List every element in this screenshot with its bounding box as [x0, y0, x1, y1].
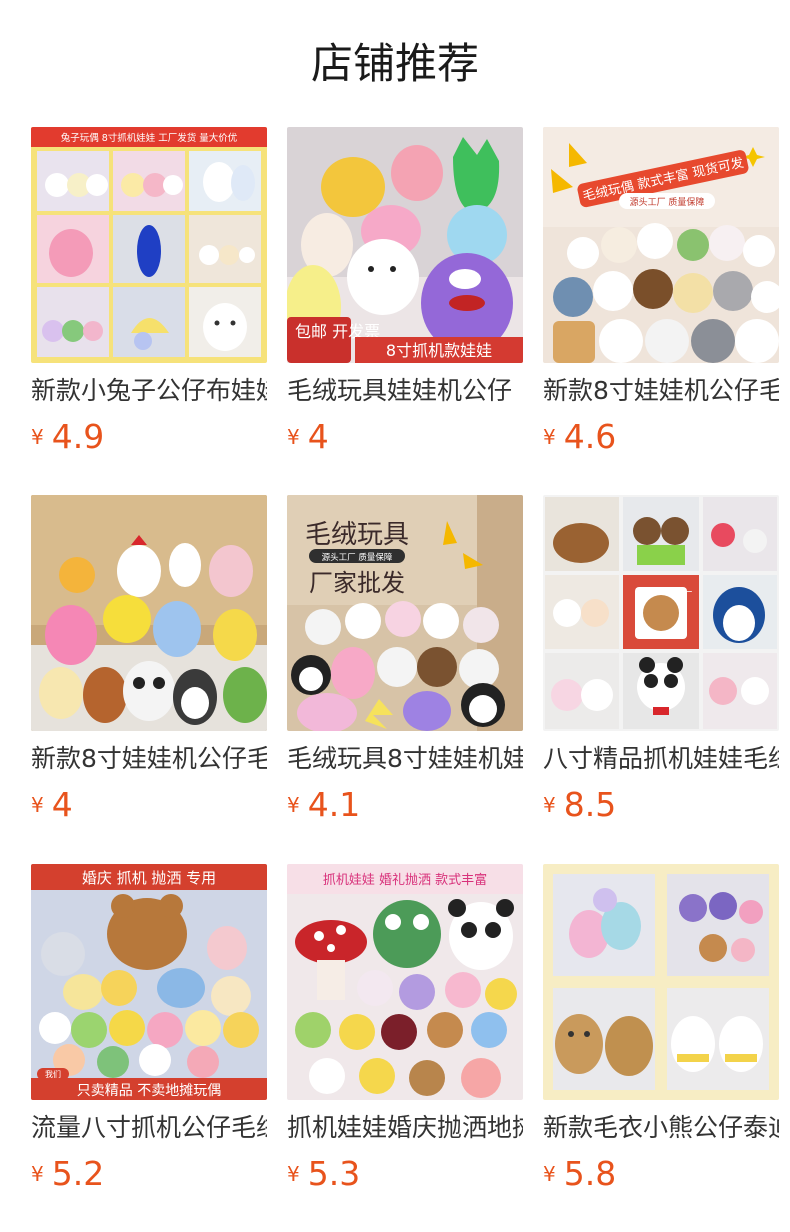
- currency-symbol: ¥: [31, 792, 44, 817]
- product-image[interactable]: 婚庆 抓机 抛洒 专用 我们 只卖精品 不卖地摊玩偶: [31, 864, 267, 1100]
- product-price: ¥4.6: [543, 417, 616, 457]
- image-banner-text: 毛绒玩具: [305, 520, 409, 550]
- product-image[interactable]: 毛绒玩具 源头工厂 质量保障 厂家批发: [287, 495, 523, 731]
- price-value: 5.8: [563, 1154, 617, 1193]
- image-banner-text: 婚庆 抓机 抛洒 专用: [82, 869, 216, 887]
- product-name[interactable]: 毛绒玩具娃娃机公仔: [287, 374, 523, 408]
- price-value: 5.2: [51, 1154, 105, 1193]
- product-name[interactable]: 流量八寸抓机公仔毛绒: [31, 1111, 267, 1145]
- price-value: 4.9: [51, 417, 105, 456]
- product-price: ¥4: [287, 417, 329, 457]
- product-name[interactable]: 新款小兔子公仔布娃娃: [31, 374, 267, 408]
- product-name[interactable]: 新款8寸娃娃机公仔毛绒: [543, 374, 779, 408]
- price-value: 4: [51, 785, 73, 824]
- image-banner-text: 抓机娃娃 婚礼抛洒 款式丰富: [323, 872, 487, 888]
- currency-symbol: ¥: [287, 792, 300, 817]
- product-image[interactable]: 毛绒玩偶 款式丰富 现货可发 源头工厂 质量保障: [543, 127, 779, 363]
- product-image-art: 毛绒玩具 源头工厂 质量保障 厂家批发: [287, 495, 523, 731]
- product-image-art: 兔子玩偶 8寸抓机娃娃 工厂发货 量大价优: [31, 127, 267, 363]
- product-image[interactable]: 自 有 工 厂: [543, 495, 779, 731]
- image-badge-text: 我们: [45, 1069, 61, 1079]
- price-value: 5.3: [307, 1154, 361, 1193]
- image-badge-text: 厂家批发: [309, 569, 405, 597]
- product-price: ¥4.9: [31, 417, 104, 457]
- price-value: 4: [307, 417, 329, 456]
- image-banner-text: 兔子玩偶 8寸抓机娃娃 工厂发货 量大价优: [61, 132, 238, 144]
- currency-symbol: ¥: [543, 792, 556, 817]
- product-price: ¥8.5: [543, 785, 616, 825]
- currency-symbol: ¥: [31, 1161, 44, 1186]
- product-image-art: 包邮 开发票 8寸抓机款娃娃: [287, 127, 523, 363]
- product-image[interactable]: [543, 864, 779, 1100]
- product-price: ¥4: [31, 785, 73, 825]
- product-name[interactable]: 新款毛衣小熊公仔泰迪: [543, 1111, 779, 1145]
- product-image[interactable]: 兔子玩偶 8寸抓机娃娃 工厂发货 量大价优: [31, 127, 267, 363]
- product-image-art: [31, 495, 267, 731]
- currency-symbol: ¥: [543, 424, 556, 449]
- image-tag-text: 源头工厂 质量保障: [322, 552, 393, 563]
- currency-symbol: ¥: [287, 1161, 300, 1186]
- product-image-art: 抓机娃娃 婚礼抛洒 款式丰富: [287, 864, 523, 1100]
- product-price: ¥5.2: [31, 1154, 104, 1194]
- price-value: 4.6: [563, 417, 617, 456]
- price-value: 4.1: [307, 785, 361, 824]
- image-tag-text: 源头工厂 质量保障: [630, 196, 705, 208]
- product-name[interactable]: 新款8寸娃娃机公仔毛绒: [31, 742, 267, 776]
- product-image-art: 婚庆 抓机 抛洒 专用 我们 只卖精品 不卖地摊玩偶: [31, 864, 267, 1100]
- currency-symbol: ¥: [31, 424, 44, 449]
- product-price: ¥4.1: [287, 785, 360, 825]
- image-tag-text: 只卖精品 不卖地摊玩偶: [77, 1083, 221, 1099]
- product-image[interactable]: 抓机娃娃 婚礼抛洒 款式丰富: [287, 864, 523, 1100]
- currency-symbol: ¥: [287, 424, 300, 449]
- product-price: ¥5.3: [287, 1154, 360, 1194]
- product-image[interactable]: 包邮 开发票 8寸抓机款娃娃: [287, 127, 523, 363]
- product-image-art: 毛绒玩偶 款式丰富 现货可发 源头工厂 质量保障: [543, 127, 779, 363]
- product-image[interactable]: [31, 495, 267, 731]
- product-name[interactable]: 毛绒玩具8寸娃娃机娃娃: [287, 742, 523, 776]
- product-image-art: 自 有 工 厂: [543, 495, 779, 731]
- price-value: 8.5: [563, 785, 617, 824]
- product-image-art: [543, 864, 779, 1100]
- product-price: ¥5.8: [543, 1154, 616, 1194]
- currency-symbol: ¥: [543, 1161, 556, 1186]
- product-name[interactable]: 八寸精品抓机娃娃毛绒: [543, 742, 779, 776]
- page-title: 店铺推荐: [310, 39, 479, 88]
- product-name[interactable]: 抓机娃娃婚庆抛洒地摊: [287, 1111, 523, 1145]
- image-tag-text: 8寸抓机款娃娃: [386, 341, 492, 360]
